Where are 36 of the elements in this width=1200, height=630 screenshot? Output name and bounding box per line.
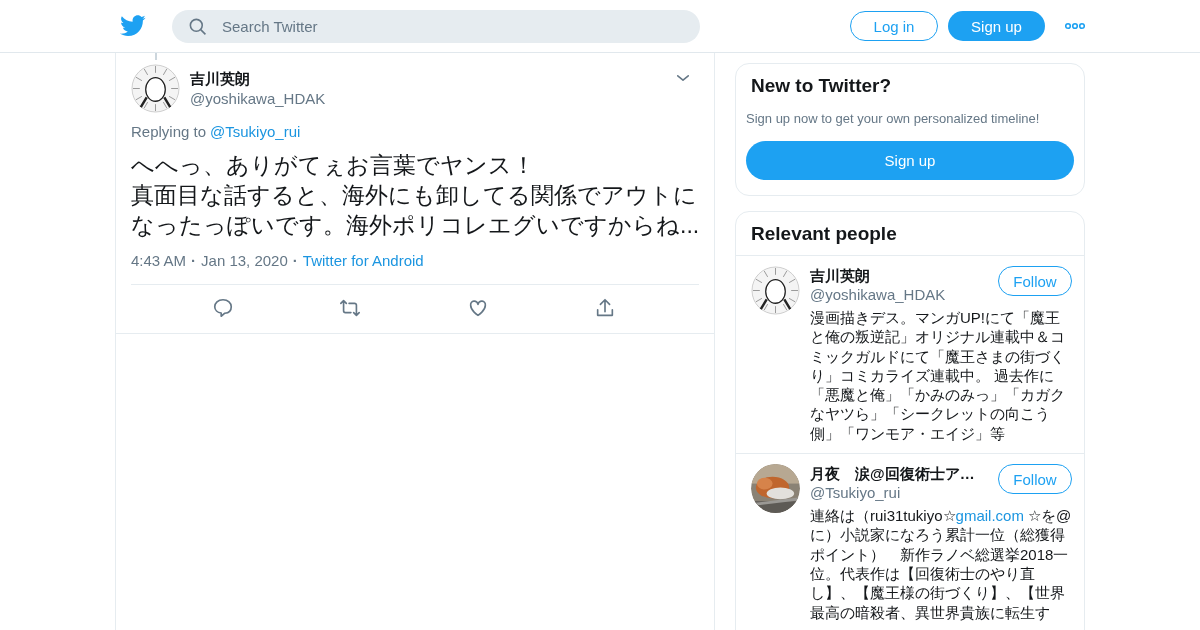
person-bio: 連絡は（rui31tukiyo☆gmail.com ☆を@に）小説家になろう累計一位（総獲得ポイント） 新作ラノベ総選挙2018一位。代表作は【回復術士のやり直し】、【魔王様の街づくり】、【世界最高の暗殺者、異世界貴族に転生す: [810, 506, 1072, 622]
retweet-icon[interactable]: [339, 297, 362, 319]
tweet-text-line: へへっ、ありがてぇお言葉でヤンス！: [131, 151, 535, 180]
search-field[interactable]: Search Twitter: [172, 9, 700, 43]
avatar-drawing[interactable]: [751, 266, 800, 315]
replying-label: Replying to: [131, 123, 207, 140]
signup-button[interactable]: Sign up: [948, 11, 1045, 41]
mention-link[interactable]: @Tsukiyo_rui: [210, 123, 301, 140]
author-name[interactable]: 吉川英朗: [190, 69, 250, 89]
email-link[interactable]: gmail.com: [955, 507, 1024, 525]
person-handle[interactable]: @Tsukiyo_rui: [810, 483, 975, 503]
tweet-date: Jan 13, 2020: [201, 252, 288, 269]
follow-button[interactable]: Follow: [998, 266, 1072, 296]
person-handle[interactable]: @yoshikawa_HDAK: [810, 285, 946, 304]
separator-dot: ·: [191, 252, 197, 269]
card-title: Relevant people: [751, 223, 898, 245]
tweet-text-line: 真面目な話すると、海外にも卸してる関係でアウトに: [131, 181, 697, 210]
person-name[interactable]: 月夜 涙@回復術士ア…: [810, 464, 975, 484]
signup-button[interactable]: Sign up: [746, 141, 1074, 180]
tweet-time: 4:43 AM: [131, 252, 187, 269]
source-link[interactable]: Twitter for Android: [302, 252, 424, 269]
login-button[interactable]: Log in: [850, 11, 938, 41]
caret-icon[interactable]: [676, 74, 690, 82]
search-icon: [188, 16, 207, 36]
person-bio: 漫画描きデス。マンガUP!にて「魔王と俺の叛逆記」オリジナル連載中＆コミックガルドにて「魔王さまの街づくり」コミカライズ連載中。 過去作に「悪魔と俺」「かみのみっ」「カガクなヤツら」「シークレットの向こう側」「ワンモア・エイジ」等: [810, 308, 1066, 444]
card-subtitle: Sign up now to get your own personalized timeline!: [746, 111, 1041, 126]
separator-dot: ·: [292, 252, 298, 269]
tweet-text-line: なったっぽいです。海外ポリコレエグいですからね...: [131, 211, 700, 240]
bird-logo-icon[interactable]: [120, 15, 146, 37]
more-icon[interactable]: [1065, 22, 1085, 30]
reply-icon[interactable]: [211, 297, 234, 319]
card-title: New to Twitter?: [750, 75, 893, 97]
follow-button[interactable]: Follow: [998, 464, 1072, 495]
person-name[interactable]: 吉川英朗: [810, 266, 946, 285]
author-handle[interactable]: @yoshikawa_HDAK: [190, 89, 326, 108]
avatar-drawing[interactable]: [131, 64, 180, 113]
